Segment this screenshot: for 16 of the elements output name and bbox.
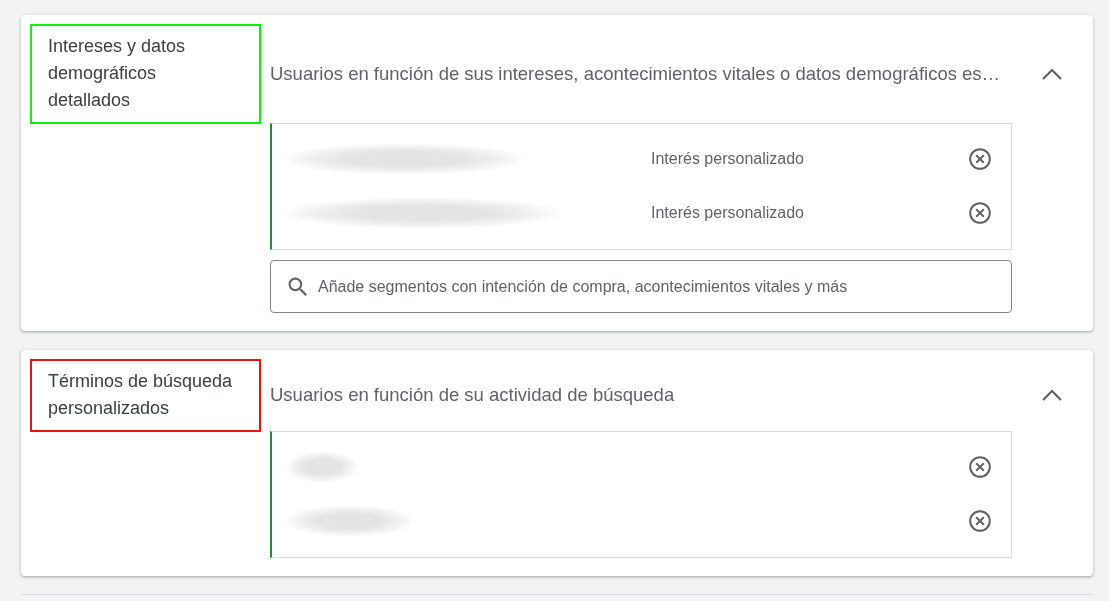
circled-x-icon: [969, 456, 991, 478]
segment-type: Interés personalizado: [651, 204, 805, 222]
circled-x-icon: [969, 148, 991, 170]
section-description: Usuarios en función de su actividad de búsqueda: [270, 384, 676, 406]
section-description: Usuarios en función de sus intereses, acontecimientos vitales o datos demográficos es…: [270, 62, 1002, 85]
circled-x-icon: [969, 510, 991, 532]
remove-button[interactable]: [968, 201, 992, 225]
remove-button[interactable]: [968, 147, 992, 171]
section-title: Términos de búsqueda personalizados: [48, 370, 234, 420]
search-field[interactable]: Añade segmentos con intención de compra, acontecimientos vitales y más: [270, 260, 1012, 313]
remove-button[interactable]: [968, 455, 992, 479]
segment-type: Interés personalizado: [651, 150, 805, 168]
circled-x-icon: [969, 202, 991, 224]
search-icon: [288, 277, 308, 297]
section-title: Intereses y datos demográficos detallados: [48, 35, 187, 112]
remove-button[interactable]: [968, 509, 992, 533]
